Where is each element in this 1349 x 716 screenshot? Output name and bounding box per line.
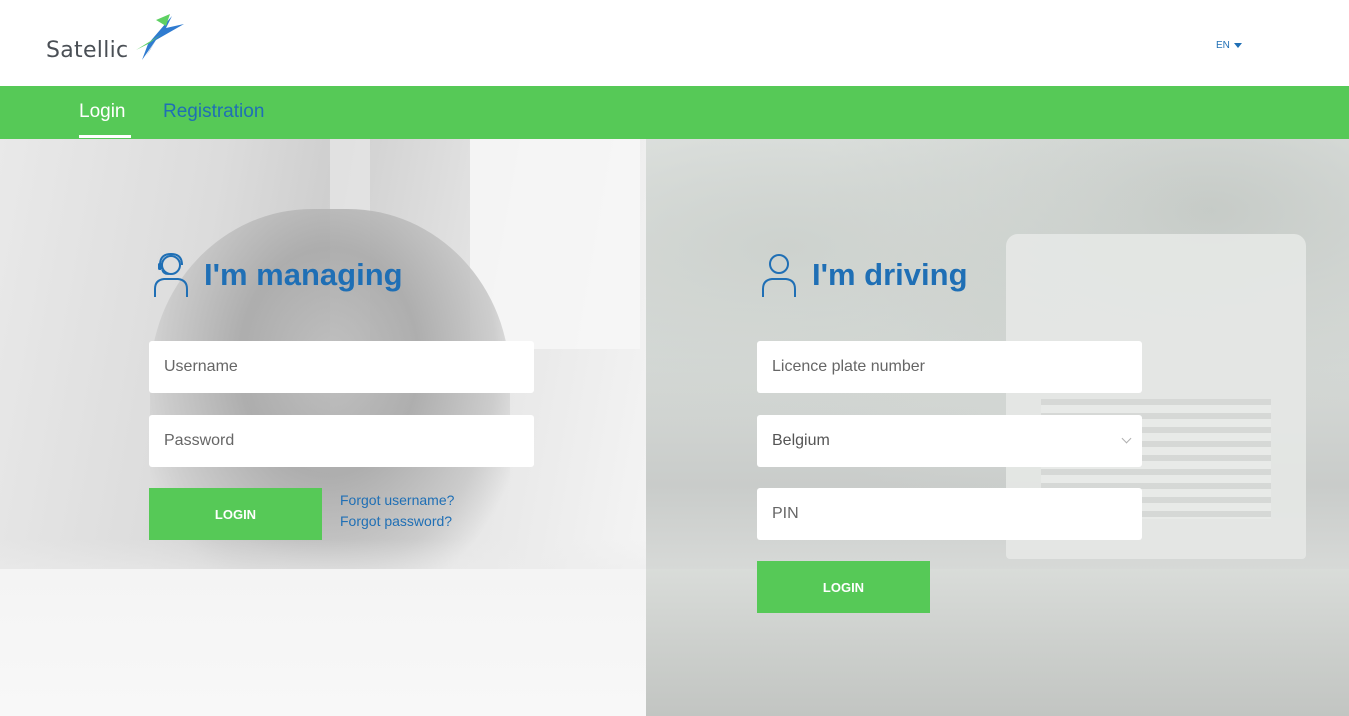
licence-plate-field[interactable] (757, 341, 1142, 393)
country-select-value: Belgium (772, 432, 830, 449)
managing-panel: I'm managing LOGIN Forgot username? Forg… (0, 139, 646, 716)
language-label: EN (1216, 40, 1230, 51)
driving-heading: I'm driving (760, 251, 968, 299)
username-input[interactable] (164, 358, 534, 376)
nav-bar: Login Registration (0, 86, 1349, 139)
chevron-down-icon (1121, 433, 1132, 444)
password-field[interactable] (149, 415, 534, 467)
managing-title: I'm managing (204, 257, 403, 292)
licence-plate-input[interactable] (772, 358, 1142, 376)
country-select[interactable]: Belgium (757, 415, 1142, 467)
header: Satellic EN (0, 0, 1349, 86)
satellic-logo[interactable]: Satellic (46, 10, 206, 74)
active-tab-indicator (79, 135, 131, 138)
forgot-username-link[interactable]: Forgot username? (340, 492, 454, 508)
person-icon (762, 254, 796, 297)
username-field[interactable] (149, 341, 534, 393)
caret-down-icon (1233, 43, 1242, 48)
pin-field[interactable] (757, 488, 1142, 540)
brand-name: Satellic (46, 38, 129, 63)
tab-registration[interactable]: Registration (163, 101, 264, 123)
managing-login-button[interactable]: LOGIN (149, 488, 322, 540)
forgot-password-link[interactable]: Forgot password? (340, 513, 452, 529)
tab-login[interactable]: Login (79, 101, 126, 123)
background-road (646, 569, 1349, 716)
satellic-bird-logo-icon (136, 14, 184, 60)
pin-input[interactable] (772, 505, 1142, 523)
background-desk (0, 569, 646, 716)
password-input[interactable] (164, 432, 534, 450)
headset-person-icon (154, 252, 188, 297)
driving-panel: I'm driving Belgium LOGIN (646, 139, 1349, 716)
driving-login-button[interactable]: LOGIN (757, 561, 930, 613)
managing-heading: I'm managing (152, 251, 403, 299)
language-selector[interactable]: EN (1216, 40, 1242, 51)
driving-title: I'm driving (812, 257, 968, 292)
